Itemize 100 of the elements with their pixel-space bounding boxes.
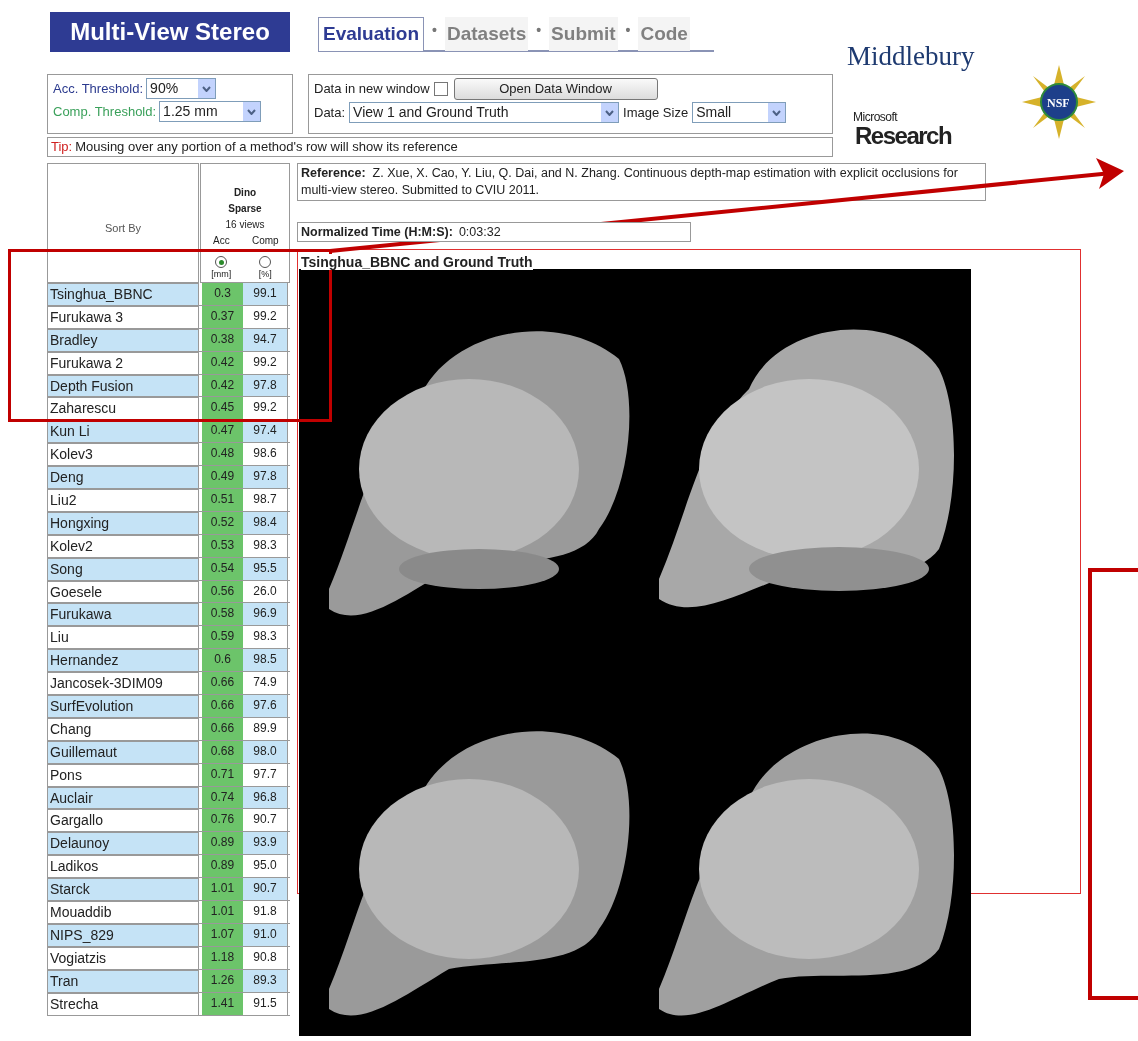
time-label: Normalized Time (H:M:S): <box>301 223 453 241</box>
acc-threshold-select[interactable]: 90% <box>146 78 217 99</box>
image-size-label: Image Size <box>623 103 689 122</box>
image-size-select[interactable]: Small <box>692 102 787 123</box>
dataset-name: Dino <box>233 186 257 200</box>
nav-tab[interactable]: Evaluation <box>318 17 425 51</box>
reference-text: Reference: Z. Xue, X. Cao, Y. Liu, Q. Dai, and N. Zhang. Continuous depth-map estimation with explicit occlusions for multi-view stereo. Submitted to CVIU 2011. <box>301 166 958 197</box>
dropdown-caret-icon <box>198 79 216 98</box>
new-window-label: Data in new window <box>314 80 430 99</box>
method-cell[interactable]: Delaunoy <box>47 832 199 855</box>
accuracy-cell: 0.56 <box>202 580 243 603</box>
completeness-cell: 98.5 <box>243 649 288 672</box>
accuracy-cell: 0.47 <box>202 420 243 443</box>
method-cell[interactable]: Tsinghua_BBNC <box>47 283 199 305</box>
method-cell[interactable]: Guillemaut <box>47 740 199 763</box>
accuracy-cell: 0.66 <box>202 717 243 740</box>
open-data-window-button[interactable]: Open Data Window <box>453 78 658 100</box>
completeness-cell: 96.9 <box>243 603 288 626</box>
subset-name: Sparse <box>228 202 262 216</box>
site-title: Multi-View Stereo <box>50 12 290 52</box>
comp-threshold-select[interactable]: 1.25 mm <box>159 101 262 122</box>
method-cell[interactable]: Song <box>47 557 199 580</box>
accuracy-cell: 0.53 <box>202 534 243 557</box>
unit-label: [mm] <box>211 268 232 280</box>
method-cell[interactable]: Starck <box>47 878 199 901</box>
method-cell[interactable]: Strecha <box>47 992 199 1015</box>
column-header: Comp <box>252 234 279 248</box>
method-cell[interactable]: NIPS_829 <box>47 923 199 946</box>
accuracy-cell: 0.45 <box>202 397 243 420</box>
method-cell[interactable]: Hongxing <box>47 511 199 534</box>
method-cell[interactable]: Vogiatzis <box>47 946 199 969</box>
accuracy-cell: 0.52 <box>202 511 243 534</box>
unit-label: [%] <box>258 268 272 280</box>
accuracy-cell: 0.76 <box>202 809 243 832</box>
accuracy-cell: 0.6 <box>202 649 243 672</box>
method-cell[interactable]: Zaharescu <box>47 397 199 420</box>
completeness-cell: 91.0 <box>243 923 288 946</box>
accuracy-cell: 0.49 <box>202 466 243 488</box>
accuracy-cell: 0.74 <box>202 786 243 809</box>
accuracy-cell: 0.66 <box>202 672 243 695</box>
foundation-emblem-icon <box>1022 65 1096 139</box>
method-cell[interactable]: Mouaddib <box>47 901 199 923</box>
sort-radio[interactable] <box>215 256 228 268</box>
method-cell[interactable]: Tran <box>47 969 199 992</box>
accuracy-cell: 0.37 <box>202 305 243 328</box>
accuracy-cell: 0.66 <box>202 695 243 717</box>
nav-tab[interactable]: Submit <box>549 17 618 51</box>
accuracy-cell: 0.54 <box>202 557 243 580</box>
dropdown-caret-icon <box>601 103 619 122</box>
accuracy-cell: 0.42 <box>202 351 243 374</box>
method-cell[interactable]: Depth Fusion <box>47 374 199 397</box>
method-cell[interactable]: Jancosek-3DIM09 <box>47 672 199 695</box>
method-cell[interactable]: Furukawa 2 <box>47 351 199 374</box>
dropdown-caret-icon <box>768 103 786 122</box>
method-cell[interactable]: Kolev2 <box>47 534 199 557</box>
image-title: Tsinghua_BBNC and Ground Truth <box>301 254 533 270</box>
sort-radio[interactable] <box>259 256 272 268</box>
accuracy-cell: 1.26 <box>202 969 243 992</box>
new-window-checkbox[interactable] <box>433 82 448 96</box>
method-cell[interactable]: Bradley <box>47 328 199 351</box>
accuracy-cell: 0.71 <box>202 763 243 786</box>
method-cell[interactable]: Furukawa 3 <box>47 305 199 328</box>
view-count: 16 views <box>225 218 265 232</box>
accuracy-cell: 0.51 <box>202 489 243 511</box>
accuracy-cell: 1.01 <box>202 901 243 923</box>
nav-tab[interactable]: Code <box>638 17 690 51</box>
data-select[interactable]: View 1 and Ground Truth <box>349 102 620 123</box>
accuracy-cell: 1.18 <box>202 946 243 969</box>
method-cell[interactable]: Chang <box>47 717 199 740</box>
emblem-text: NSF <box>1047 95 1070 112</box>
completeness-cell: 99.1 <box>243 283 288 305</box>
accuracy-cell: 1.07 <box>202 923 243 946</box>
method-cell[interactable]: Kolev3 <box>47 443 199 466</box>
method-cell[interactable]: Ladikos <box>47 855 199 878</box>
accuracy-cell: 0.38 <box>202 328 243 351</box>
completeness-cell: 97.4 <box>243 420 288 443</box>
comp-threshold-label: Comp. Threshold: <box>53 102 157 121</box>
accuracy-cell: 0.42 <box>202 374 243 397</box>
tab-separator: • <box>535 20 543 40</box>
method-cell[interactable]: Kun Li <box>47 420 199 443</box>
method-cell[interactable]: Liu <box>47 626 199 649</box>
method-cell[interactable]: Pons <box>47 763 199 786</box>
completeness-cell: 97.8 <box>243 466 288 488</box>
completeness-cell: 97.8 <box>243 374 288 397</box>
method-cell[interactable]: Deng <box>47 466 199 488</box>
nav-tab[interactable]: Datasets <box>445 17 529 51</box>
sort-by-label: Sort By <box>104 220 142 236</box>
method-cell[interactable]: Hernandez <box>47 649 199 672</box>
method-cell[interactable]: Goesele <box>47 580 199 603</box>
method-cell[interactable]: Gargallo <box>47 809 199 832</box>
accuracy-cell: 0.89 <box>202 832 243 855</box>
completeness-cell: 95.5 <box>243 557 288 580</box>
tip-text: Mousing over any portion of a method's row will show its reference <box>75 138 458 157</box>
completeness-cell: 93.9 <box>243 832 288 855</box>
method-cell[interactable]: Auclair <box>47 786 199 809</box>
method-cell[interactable]: Liu2 <box>47 489 199 511</box>
method-cell[interactable]: SurfEvolution <box>47 695 199 717</box>
tip-label: Tip: <box>51 138 73 157</box>
method-cell[interactable]: Furukawa <box>47 603 199 626</box>
university-logo-text: Middlebury <box>847 40 975 73</box>
